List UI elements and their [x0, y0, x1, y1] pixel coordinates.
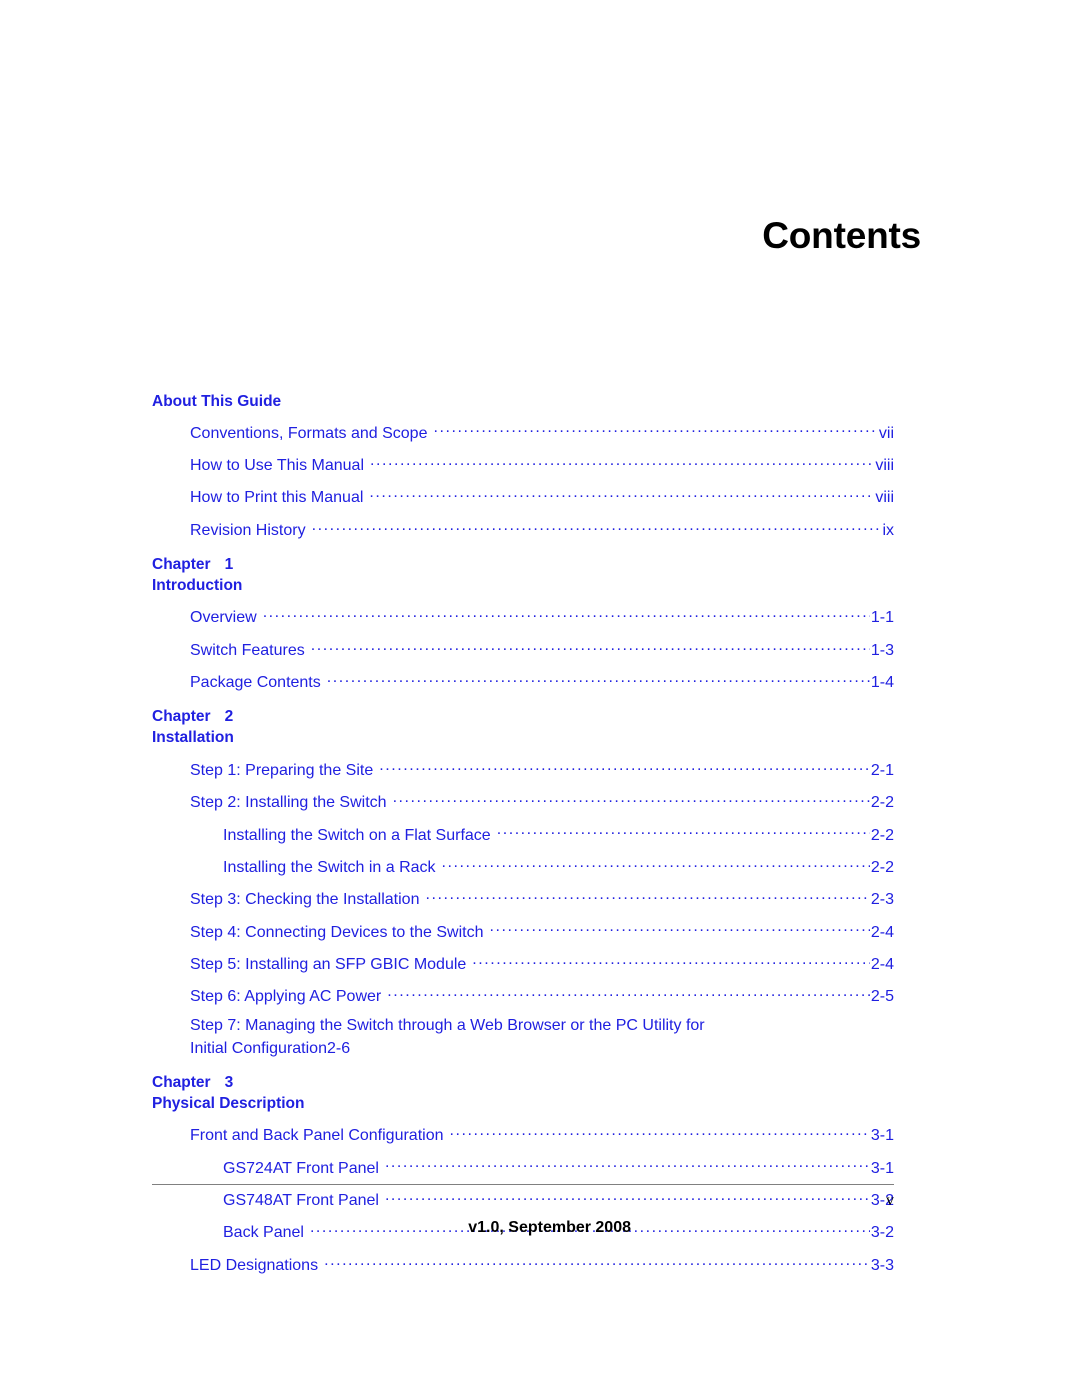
dot-leader [379, 759, 870, 775]
chapter-word: Chapter [152, 556, 211, 574]
chapter-word: Chapter [152, 1073, 211, 1091]
dot-leader [433, 422, 877, 438]
toc-entry-label: GS748AT Front Panel [223, 1192, 379, 1210]
toc-entry[interactable]: Installing the Switch in a Rack 2-2 [152, 850, 894, 882]
toc-entry-page: viii [875, 457, 894, 475]
toc-entry-label: LED Designations [190, 1256, 319, 1274]
toc-page: Contents About This Guide Conventions, Fo… [0, 0, 1080, 1397]
toc-chapter-heading: Chapter 3 Physical Description [152, 1073, 894, 1114]
toc-entry-page: 3-1 [870, 1159, 894, 1177]
toc-entry-page: 2-4 [870, 923, 894, 941]
dot-leader [387, 985, 870, 1001]
toc-entry-label: Package Contents [190, 674, 321, 692]
toc-entry-page: viii [875, 489, 894, 507]
dot-leader [370, 454, 874, 470]
dot-leader [393, 791, 870, 807]
dot-leader [497, 824, 870, 840]
chapter-word: Chapter [152, 708, 211, 726]
chapter-number: 3 [224, 1073, 234, 1091]
toc-entry-page: 1-4 [870, 674, 894, 692]
toc-entry-label: Step 4: Connecting Devices to the Switch [190, 923, 484, 941]
chapter-number: 2 [224, 708, 234, 726]
toc-entry-page: 3-3 [870, 1256, 894, 1274]
toc-entry-label: How to Use This Manual [190, 457, 364, 475]
chapter-title: Introduction [152, 576, 243, 594]
toc-entry-label-continued: Initial Configuration [190, 1039, 327, 1057]
toc-entry-label: Step 6: Applying AC Power [190, 988, 382, 1006]
toc-entry[interactable]: Step 2: Installing the Switch 2-2 [152, 785, 894, 817]
toc-entry-label: Step 1: Preparing the Site [190, 761, 374, 779]
toc-entry[interactable]: Package Contents 1-4 [152, 665, 894, 697]
toc-entry[interactable]: Step 6: Applying AC Power 2-5 [152, 979, 894, 1011]
dot-leader [472, 953, 870, 969]
dot-leader [312, 519, 882, 535]
toc-entry[interactable]: Overview 1-1 [152, 600, 894, 632]
toc-entry-label: Step 7: Managing the Switch through a We… [190, 1016, 705, 1034]
toc-entry[interactable]: How to Use This Manual viii [152, 448, 894, 480]
footer-page-number: v [886, 1192, 894, 1209]
toc-entry[interactable]: LED Designations 3-3 [152, 1248, 894, 1280]
toc-entry-label: Installing the Switch in a Rack [223, 858, 436, 876]
toc-section-heading: About This Guide [152, 393, 282, 410]
footer-divider [152, 1184, 894, 1185]
toc-entry-page: 2-2 [870, 858, 894, 876]
toc-entry-page: 2-3 [870, 891, 894, 909]
dot-leader [425, 888, 869, 904]
toc-entry[interactable]: Revision History ix [152, 513, 894, 545]
toc-entry[interactable]: Step 5: Installing an SFP GBIC Module 2-4 [152, 947, 894, 979]
dot-leader [324, 1254, 870, 1270]
toc-entry[interactable]: Switch Features 1-3 [152, 633, 894, 665]
toc-entry-label: Overview [190, 609, 257, 627]
chapter-title: Physical Description [152, 1094, 305, 1112]
toc-entry-label: How to Print this Manual [190, 489, 364, 507]
toc-entry-page: 1-1 [870, 609, 894, 627]
toc-entry[interactable]: How to Print this Manual viii [152, 480, 894, 512]
table-of-contents: About This Guide Conventions, Formats and… [152, 392, 894, 1280]
chapter-title: Installation [152, 728, 234, 746]
toc-chapter-heading: Chapter 1 Introduction [152, 555, 894, 596]
toc-entry-page: 2-1 [870, 761, 894, 779]
toc-entry[interactable]: Step 7: Managing the Switch through a We… [152, 1012, 894, 1063]
toc-entry[interactable]: Installing the Switch on a Flat Surface 2… [152, 817, 894, 849]
toc-entry[interactable]: Step 4: Connecting Devices to the Switch… [152, 914, 894, 946]
footer-version: v1.0, September 2008 [468, 1219, 631, 1236]
toc-entry-page: vii [878, 424, 894, 442]
toc-entry-label: Step 3: Checking the Installation [190, 891, 420, 909]
toc-entry[interactable]: Front and Back Panel Configuration 3-1 [152, 1118, 894, 1150]
dot-leader [442, 856, 870, 872]
toc-entry-label: Front and Back Panel Configuration [190, 1127, 444, 1145]
toc-chapter-heading: Chapter 2 Installation [152, 707, 894, 748]
toc-entry-page: 1-3 [870, 641, 894, 659]
dot-leader [327, 671, 870, 687]
toc-entry-label: Conventions, Formats and Scope [190, 424, 428, 442]
dot-leader [369, 486, 874, 502]
toc-entry-label: GS724AT Front Panel [223, 1159, 379, 1177]
toc-entry-label: Step 5: Installing an SFP GBIC Module [190, 956, 467, 974]
toc-entry-label: Step 2: Installing the Switch [190, 794, 387, 812]
toc-entry[interactable]: Step 3: Checking the Installation 2-3 [152, 882, 894, 914]
chapter-number: 1 [224, 556, 234, 574]
toc-entry-label: Revision History [190, 521, 306, 539]
toc-entry[interactable]: GS724AT Front Panel 3-1 [152, 1151, 894, 1183]
toc-entry-page: ix [882, 521, 894, 539]
toc-entry-page: 2-6 [326, 1039, 351, 1057]
toc-entry-label: Switch Features [190, 641, 305, 659]
toc-entry-page: 2-2 [870, 794, 894, 812]
dot-leader [311, 639, 870, 655]
toc-entry-page: 2-4 [870, 956, 894, 974]
dot-leader [263, 606, 870, 622]
page-title: Contents [762, 215, 921, 256]
toc-entry-page: 3-2 [870, 1224, 894, 1242]
toc-entry-label: Installing the Switch on a Flat Surface [223, 826, 491, 844]
dot-leader [490, 921, 870, 937]
toc-entry[interactable]: Step 1: Preparing the Site 2-1 [152, 753, 894, 785]
dot-leader [449, 1124, 869, 1140]
toc-entry-page: 2-5 [870, 988, 894, 1006]
toc-entry[interactable]: Conventions, Formats and Scope vii [152, 416, 894, 448]
toc-entry-page: 3-1 [870, 1127, 894, 1145]
dot-leader [385, 1157, 870, 1173]
toc-entry-page: 2-2 [870, 826, 894, 844]
